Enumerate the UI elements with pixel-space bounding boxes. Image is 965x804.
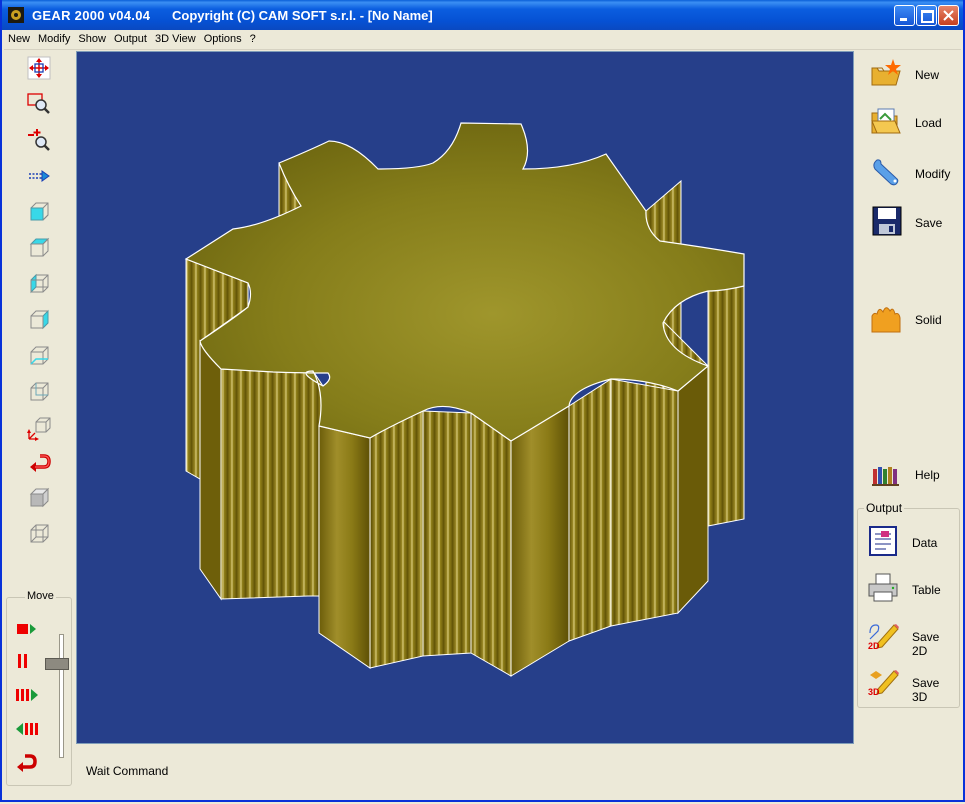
save-3d-button[interactable]: 3D Save 3D — [860, 661, 956, 704]
table-button[interactable]: Table — [860, 568, 956, 608]
load-label: Load — [915, 116, 942, 130]
table-label: Table — [912, 583, 941, 597]
data-label: Data — [912, 536, 938, 550]
new-button[interactable]: New — [863, 53, 959, 93]
menu-3d-view[interactable]: 3D View — [151, 30, 200, 49]
view-bottom-icon — [30, 346, 49, 365]
document-data-icon — [869, 526, 897, 556]
solid-button[interactable]: Solid — [863, 298, 959, 338]
render-solid-icon — [29, 487, 50, 508]
maximize-icon — [921, 10, 934, 23]
close-icon — [943, 10, 954, 21]
3d-viewport[interactable] — [76, 51, 854, 744]
pencil-3d-icon: 3D — [868, 670, 899, 697]
view-left-icon — [30, 273, 49, 294]
view-front-button[interactable] — [26, 199, 52, 225]
output-group: Output Data Table 2D Save 2D 3D Save 3D — [857, 501, 960, 708]
speed-slider-thumb[interactable] — [45, 658, 69, 670]
stop-play-button[interactable] — [15, 618, 41, 640]
save-2d-badge: 2D — [868, 641, 880, 651]
modify-label: Modify — [915, 167, 951, 181]
zoom-in-out-button[interactable] — [26, 127, 52, 153]
render-wireframe-button[interactable] — [26, 521, 52, 547]
save-3d-badge: 3D — [868, 687, 880, 697]
data-button[interactable]: Data — [860, 521, 956, 561]
maximize-button[interactable] — [916, 5, 937, 26]
save-2d-label: Save 2D — [912, 630, 940, 658]
zoom-in-out-icon — [28, 129, 50, 151]
menu-options[interactable]: Options — [200, 30, 246, 49]
pause-icon — [18, 654, 27, 668]
help-label: Help — [915, 468, 940, 482]
modify-button[interactable]: Modify — [863, 152, 959, 192]
load-button[interactable]: Load — [863, 101, 959, 141]
menu-new[interactable]: New — [4, 30, 34, 49]
pause-button[interactable] — [15, 650, 41, 672]
move-group: Move — [6, 590, 72, 786]
step-back-icon — [16, 723, 38, 735]
step-back-button[interactable] — [15, 718, 41, 740]
close-button[interactable] — [938, 5, 959, 26]
render-wireframe-icon — [30, 524, 49, 543]
step-forward-icon — [16, 689, 38, 701]
move-group-label: Move — [25, 590, 56, 602]
app-window: GEAR 2000 v04.04 Copyright (C) CAM SOFT … — [0, 0, 965, 802]
menu-bar: New Modify Show Output 3D View Options? — [4, 30, 961, 50]
wrench-icon — [873, 159, 899, 186]
menu-show[interactable]: Show — [74, 30, 110, 49]
view-front-icon — [30, 202, 49, 221]
minimize-button[interactable] — [894, 5, 915, 26]
minimize-icon — [900, 18, 907, 21]
gear-3d-model — [184, 122, 745, 677]
menu-modify[interactable]: Modify — [34, 30, 74, 49]
stop-play-icon — [17, 624, 36, 634]
zoom-window-icon — [27, 93, 50, 114]
save-2d-button[interactable]: 2D Save 2D — [860, 615, 956, 658]
rotate-back-icon — [30, 454, 51, 472]
help-button[interactable]: Help — [863, 453, 959, 493]
load-folder-icon — [871, 108, 901, 134]
window-copyright: Copyright (C) CAM SOFT s.r.l. - [No Name… — [172, 8, 433, 23]
move-cross-icon — [27, 56, 51, 80]
floppy-save-icon — [872, 206, 902, 236]
save-label: Save — [915, 216, 943, 230]
status-text: Wait Command — [86, 764, 169, 778]
menu-output[interactable]: Output — [110, 30, 151, 49]
new-folder-icon — [871, 59, 901, 86]
pencil-2d-icon: 2D — [868, 624, 899, 651]
window-title: GEAR 2000 v04.04 — [32, 8, 151, 23]
view-left-button[interactable] — [26, 271, 52, 297]
view-right-button[interactable] — [26, 307, 52, 333]
gear-app-icon — [8, 7, 24, 23]
view-top-icon — [29, 237, 50, 257]
view-back-button[interactable] — [26, 379, 52, 405]
view-right-icon — [30, 309, 49, 330]
view-back-icon — [30, 382, 49, 401]
gear-solid-icon — [871, 307, 901, 333]
return-button[interactable] — [15, 752, 41, 774]
rotate-back-button[interactable] — [26, 449, 52, 475]
save-3d-label: Save 3D — [912, 676, 940, 704]
books-help-icon — [872, 467, 899, 486]
return-icon — [17, 754, 37, 772]
zoom-window-button[interactable] — [26, 91, 52, 117]
left-toolbar — [4, 51, 74, 591]
render-solid-button[interactable] — [26, 485, 52, 511]
new-label: New — [915, 68, 940, 82]
save-button[interactable]: Save — [863, 201, 959, 241]
menu-help[interactable]: ? — [246, 30, 260, 49]
pan-arrow-button[interactable] — [26, 163, 52, 189]
speed-slider-track[interactable] — [59, 634, 64, 758]
view-iso-icon — [27, 417, 51, 441]
title-bar[interactable]: GEAR 2000 v04.04 Copyright (C) CAM SOFT … — [2, 0, 963, 30]
pan-arrow-icon — [29, 170, 50, 182]
output-group-label: Output — [864, 501, 905, 515]
view-bottom-button[interactable] — [26, 343, 52, 369]
step-forward-button[interactable] — [15, 684, 41, 706]
view-top-button[interactable] — [26, 235, 52, 261]
view-iso-button[interactable] — [26, 415, 52, 441]
printer-table-icon — [868, 573, 898, 602]
move-cross-button[interactable] — [26, 55, 52, 81]
solid-label: Solid — [915, 313, 942, 327]
